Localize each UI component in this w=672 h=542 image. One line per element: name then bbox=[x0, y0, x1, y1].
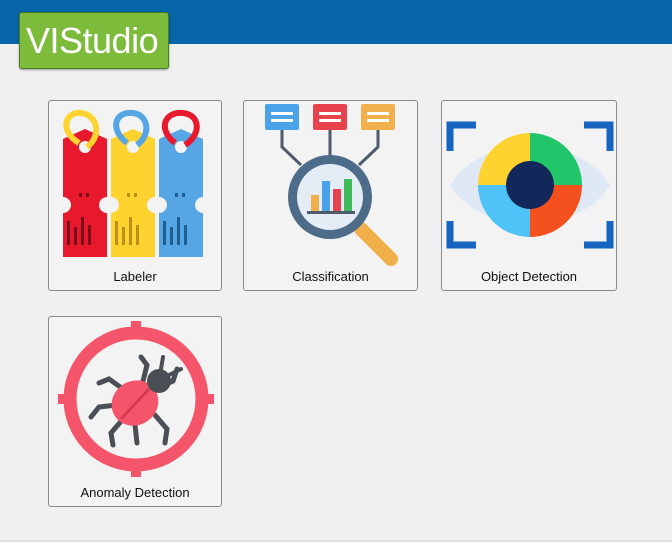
tile-object-detection[interactable]: Object Detection bbox=[441, 100, 617, 291]
magnifier-chart-icon bbox=[265, 104, 398, 266]
app-logo: VIStudio bbox=[19, 12, 169, 69]
tile-classification[interactable]: Classification bbox=[243, 100, 418, 291]
tile-label: Classification bbox=[292, 269, 369, 284]
price-tags-icon bbox=[55, 109, 211, 257]
tile-label: Object Detection bbox=[480, 269, 578, 284]
app-logo-text: VIStudio bbox=[26, 20, 159, 61]
eye-scan-icon bbox=[446, 121, 614, 249]
tile-labeler[interactable]: Labeler bbox=[48, 100, 222, 291]
tile-label: Labeler bbox=[113, 269, 157, 284]
tile-anomaly-detection[interactable]: Anomaly Detection bbox=[48, 316, 222, 507]
tile-label: Anomaly Detection bbox=[80, 485, 190, 500]
bug-target-icon bbox=[58, 321, 214, 477]
